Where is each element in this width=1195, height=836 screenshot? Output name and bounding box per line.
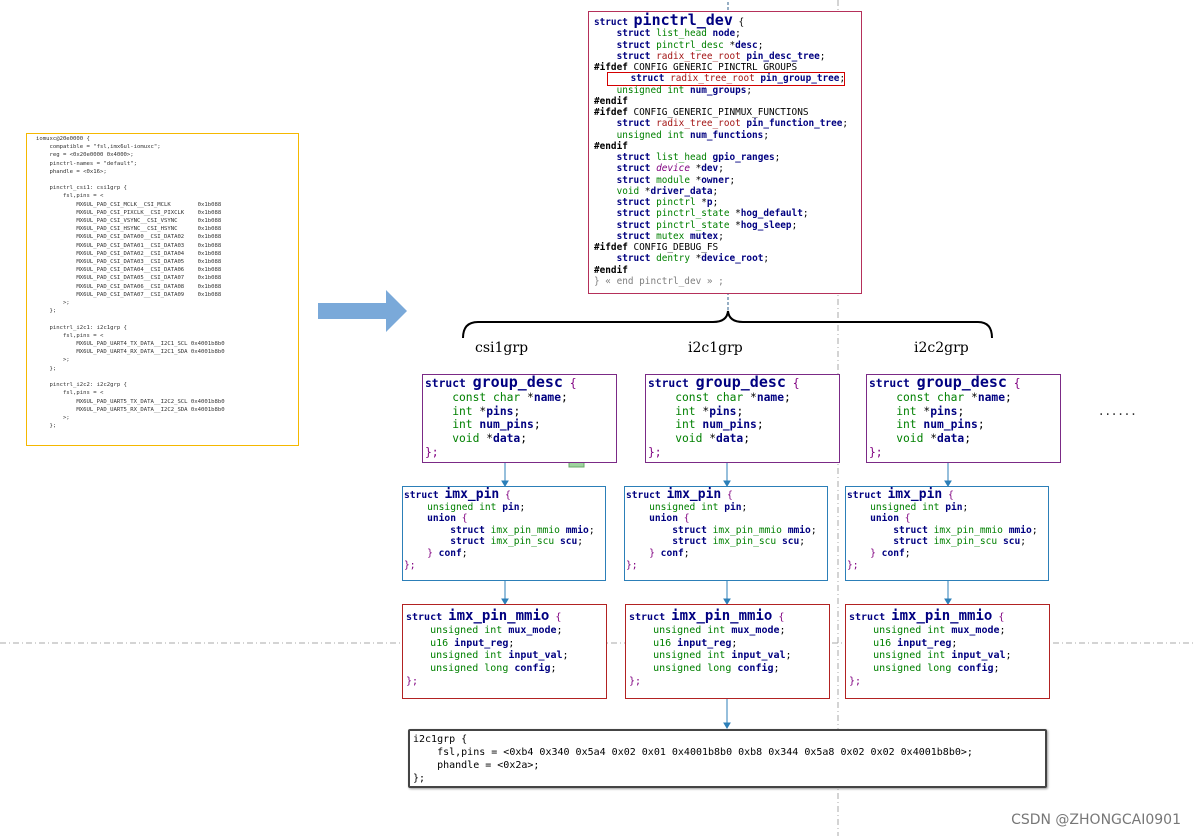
right-arrow-icon	[318, 290, 407, 332]
dts-line: MX6UL_PAD_UART5_TX_DATA__I2C2_SCL 0x4001…	[36, 398, 225, 405]
dts-line: MX6UL_PAD_UART4_RX_DATA__I2C1_SDA 0x4001…	[36, 349, 225, 356]
imx-pin-box: struct imx_pin { unsigned int pin; union…	[845, 486, 1049, 581]
dts-line: MX6UL_PAD_CSI_DATA05__CSI_DATA07 0x1b088	[36, 275, 222, 282]
dts-line: MX6UL_PAD_CSI_MCLK__CSI_MCLK 0x1b088	[36, 201, 222, 208]
imx-pin-box: struct imx_pin { unsigned int pin; union…	[402, 486, 606, 581]
dts-line: MX6UL_PAD_UART4_TX_DATA__I2C1_SCL 0x4001…	[36, 341, 225, 348]
imx-pin-mmio-code: struct imx_pin_mmio { unsigned int mux_m…	[629, 608, 792, 687]
device-tree-source-box: iomuxc@20e0000 { compatible = "fsl,imx6u…	[26, 133, 299, 446]
device-tree-source-text: iomuxc@20e0000 { compatible = "fsl,imx6u…	[27, 134, 298, 430]
dts-line: MX6UL_PAD_CSI_DATA00__CSI_DATA02 0x1b088	[36, 234, 222, 241]
pin-group-tree-highlight: struct radix_tree_root pin_group_tree;	[607, 72, 846, 86]
group-desc-code: struct group_desc { const char *name; in…	[425, 373, 577, 459]
imx-pin-code: struct imx_pin { unsigned int pin; union…	[626, 487, 817, 571]
group-label-i2c2grp: i2c2grp	[914, 340, 969, 356]
watermark: CSDN @ZHONGCAI0901	[1011, 812, 1181, 828]
curly-brace	[462, 310, 993, 339]
group-desc-code: struct group_desc { const char *name; in…	[648, 373, 800, 459]
resolved-i2c1grp-code: i2c1grp { fsl,pins = <0xb4 0x340 0x5a4 0…	[413, 734, 973, 784]
dts-line: MX6UL_PAD_CSI_DATA02__CSI_DATA04 0x1b088	[36, 250, 222, 257]
group-desc-box: struct group_desc { const char *name; in…	[422, 374, 617, 463]
imx-pin-code: struct imx_pin { unsigned int pin; union…	[847, 487, 1038, 571]
resolved-i2c1grp-box: i2c1grp { fsl,pins = <0xb4 0x340 0x5a4 0…	[408, 729, 1047, 788]
dts-line: phandle = <0x16>;	[36, 168, 107, 175]
group-desc-code: struct group_desc { const char *name; in…	[869, 373, 1021, 459]
dts-line: reg = <0x20e0000 0x4000>;	[36, 152, 134, 159]
dts-line: pinctrl_csi1: csi1grp {	[36, 185, 127, 192]
imx-pin-mmio-code: struct imx_pin_mmio { unsigned int mux_m…	[406, 608, 569, 687]
group-label-csi1grp: csi1grp	[475, 340, 529, 356]
dts-line: };	[36, 365, 57, 372]
dts-line: MX6UL_PAD_CSI_PIXCLK__CSI_PIXCLK 0x1b088	[36, 209, 222, 216]
imx-pin-code: struct imx_pin { unsigned int pin; union…	[404, 487, 595, 571]
dts-line: MX6UL_PAD_UART5_RX_DATA__I2C2_SDA 0x4001…	[36, 406, 225, 413]
dts-line: MX6UL_PAD_CSI_HSYNC__CSI_HSYNC 0x1b088	[36, 226, 222, 233]
dts-line: MX6UL_PAD_CSI_VSYNC__CSI_VSYNC 0x1b088	[36, 218, 222, 225]
group-label-i2c1grp: i2c1grp	[688, 340, 743, 356]
more-groups-ellipsis: ......	[1099, 403, 1138, 419]
imx-pin-mmio-code: struct imx_pin_mmio { unsigned int mux_m…	[849, 608, 1012, 687]
dts-line: MX6UL_PAD_CSI_DATA06__CSI_DATA08 0x1b088	[36, 283, 222, 290]
dts-line: MX6UL_PAD_CSI_DATA07__CSI_DATA09 0x1b088	[36, 291, 222, 298]
dts-line: pinctrl_i2c1: i2c1grp {	[36, 324, 127, 331]
dts-line: >;	[36, 414, 70, 421]
dts-line: >;	[36, 357, 70, 364]
imx-pin-mmio-box: struct imx_pin_mmio { unsigned int mux_m…	[625, 604, 830, 699]
pinctrl-dev-code: struct pinctrl_dev { struct list_head no…	[594, 11, 849, 287]
imx-pin-mmio-box: struct imx_pin_mmio { unsigned int mux_m…	[402, 604, 607, 699]
dts-line: };	[36, 308, 57, 315]
dts-line: fsl,pins = <	[36, 332, 104, 339]
dts-line: compatible = "fsl,imx6ul-iomuxc";	[36, 144, 161, 151]
dts-line: MX6UL_PAD_CSI_DATA03__CSI_DATA05 0x1b088	[36, 259, 222, 266]
group-desc-box: struct group_desc { const char *name; in…	[645, 374, 840, 463]
dts-line: pinctrl-names = "default";	[36, 160, 138, 167]
imx-pin-box: struct imx_pin { unsigned int pin; union…	[624, 486, 828, 581]
dts-line: >;	[36, 300, 70, 307]
pinctrl-dev-struct-box: struct pinctrl_dev { struct list_head no…	[588, 11, 862, 294]
dts-line: MX6UL_PAD_CSI_DATA01__CSI_DATA03 0x1b088	[36, 242, 222, 249]
dts-line: };	[36, 423, 57, 430]
dts-line: MX6UL_PAD_CSI_DATA04__CSI_DATA06 0x1b088	[36, 267, 222, 274]
dts-line: iomuxc@20e0000 {	[36, 136, 90, 142]
dts-line: fsl,pins = <	[36, 390, 104, 397]
dts-line: pinctrl_i2c2: i2c2grp {	[36, 382, 127, 389]
imx-pin-mmio-box: struct imx_pin_mmio { unsigned int mux_m…	[845, 604, 1050, 699]
dts-line: fsl,pins = <	[36, 193, 104, 200]
group-desc-box: struct group_desc { const char *name; in…	[866, 374, 1061, 463]
